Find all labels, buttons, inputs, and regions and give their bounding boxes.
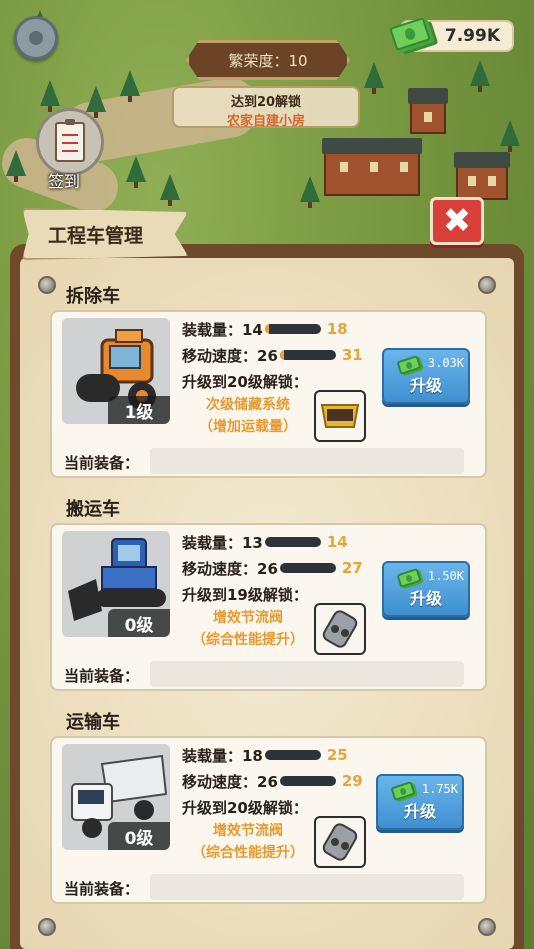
signin-button[interactable]: [36, 108, 104, 176]
unlock-reward: 农家自建小房: [226, 114, 305, 129]
vehicle-card-loader: 0级 装载量：13 14 移动速度：26 27 升级到19级解锁： 增效节流阀 …: [50, 523, 487, 691]
upgrade-cost: 3.03K: [427, 356, 464, 370]
current-equipment-label: 当前装备：: [64, 667, 140, 685]
unlock-item-name: 增效节流阀: [213, 610, 283, 626]
unlock-label: 升级到19级解锁：: [182, 585, 308, 604]
dump-truck-icon: 0级: [62, 744, 170, 850]
clipboard-icon: [55, 119, 85, 162]
speed-bar: [279, 563, 336, 573]
upgrade-label: 升级: [409, 376, 442, 395]
vehicle-card-transport: 0级 装载量：18 25 移动速度：26 29 升级到20级解锁： 增效节流阀 …: [50, 736, 487, 904]
capacity-row: 装载量：14 18: [182, 318, 348, 340]
capacity-label: 装载量：18: [182, 746, 263, 765]
speed-label: 移动速度：26: [182, 772, 278, 791]
unlock-item-desc: （增加运载量）: [199, 419, 297, 435]
map-house: [322, 138, 422, 196]
rivet-icon: [478, 918, 496, 936]
signin-label: 签到: [48, 172, 81, 191]
speed-next: 29: [341, 772, 363, 790]
upgrade-label: 升级: [403, 802, 436, 821]
road-roller-icon: 1级: [62, 318, 170, 424]
money-value: 7.99K: [444, 26, 500, 46]
unlock-banner: 达到20解锁 农家自建小房: [172, 86, 360, 129]
upgrade-button[interactable]: 1.75K 升级: [376, 774, 464, 830]
capacity-next: 14: [326, 533, 348, 551]
map-tree: [126, 156, 146, 188]
map-house: [408, 88, 448, 134]
speed-next: 31: [341, 346, 363, 364]
current-equipment-slot: [150, 448, 464, 474]
capacity-label: 装载量：13: [182, 533, 263, 552]
map-tree: [120, 70, 140, 102]
section-title-loader: 搬运车: [66, 499, 120, 520]
speed-next: 27: [341, 559, 363, 577]
close-button[interactable]: ✖: [430, 197, 484, 245]
map-tree: [300, 176, 320, 208]
upgrade-label: 升级: [409, 589, 442, 608]
map-tree: [40, 80, 60, 112]
level-badge: 0级: [108, 822, 170, 850]
map-tree: [86, 86, 106, 118]
speed-row: 移动速度：26 29: [182, 770, 363, 792]
unlock-requirement: 达到20解锁: [230, 95, 302, 110]
rivet-icon: [478, 276, 496, 294]
vehicle-card-demolition: 1级 装载量：14 18 移动速度：26 31 升级到20级解锁： 次级储藏系统…: [50, 310, 487, 478]
unlock-item-name: 次级储藏系统: [206, 397, 290, 413]
current-equipment-label: 当前装备：: [64, 880, 140, 898]
current-equipment-label: 当前装备：: [64, 454, 140, 472]
unlock-item-desc: （综合性能提升）: [192, 632, 304, 648]
level-badge: 1级: [108, 396, 170, 424]
map-tree: [364, 62, 384, 94]
rivet-icon: [38, 918, 56, 936]
speed-bar: [279, 776, 336, 786]
capacity-row: 装载量：13 14: [182, 531, 348, 553]
rivet-icon: [38, 276, 56, 294]
capacity-bar: [264, 537, 321, 547]
speed-label: 移动速度：26: [182, 346, 278, 365]
speed-row: 移动速度：26 31: [182, 344, 363, 366]
speed-bar-fill: [279, 350, 285, 360]
map-tree: [6, 150, 26, 182]
map-tree: [470, 60, 490, 92]
throttle-valve-icon[interactable]: [314, 603, 366, 655]
capacity-bar: [264, 750, 321, 760]
capacity-label: 装载量：14: [182, 320, 263, 339]
settings-gear-icon[interactable]: [14, 16, 58, 60]
upgrade-button[interactable]: 3.03K 升级: [382, 348, 470, 404]
storage-box-icon[interactable]: [314, 390, 366, 442]
speed-bar: [279, 350, 336, 360]
unlock-item-desc: （综合性能提升）: [192, 845, 304, 861]
current-equipment-slot: [150, 874, 464, 900]
section-title-demolition: 拆除车: [66, 286, 120, 307]
throttle-valve-icon[interactable]: [314, 816, 366, 868]
money-display: 7.99K: [389, 17, 514, 52]
prosperity-banner: 繁荣度：10: [186, 40, 350, 80]
capacity-next: 25: [326, 746, 348, 764]
current-equipment-slot: [150, 661, 464, 687]
map-tree: [160, 174, 180, 206]
gear-center: [29, 31, 43, 45]
speed-row: 移动速度：26 27: [182, 557, 363, 579]
map-house: [454, 152, 510, 200]
loader-icon: 0级: [62, 531, 170, 637]
unlock-label: 升级到20级解锁：: [182, 798, 308, 817]
capacity-bar-fill: [264, 324, 270, 334]
upgrade-cost: 1.50K: [427, 569, 464, 583]
speed-label: 移动速度：26: [182, 559, 278, 578]
upgrade-cost: 1.75K: [421, 782, 458, 796]
panel-title: 工程车管理: [22, 208, 188, 260]
section-title-transport: 运输车: [66, 712, 120, 733]
capacity-next: 18: [326, 320, 348, 338]
unlock-label: 升级到20级解锁：: [182, 372, 308, 391]
upgrade-button[interactable]: 1.50K 升级: [382, 561, 470, 617]
level-badge: 0级: [108, 609, 170, 637]
unlock-item-name: 增效节流阀: [213, 823, 283, 839]
capacity-row: 装载量：18 25: [182, 744, 348, 766]
capacity-bar: [264, 324, 321, 334]
map-tree: [500, 120, 520, 152]
